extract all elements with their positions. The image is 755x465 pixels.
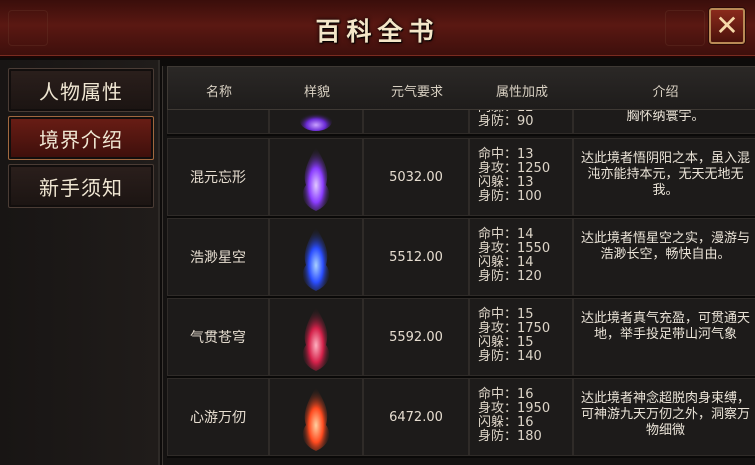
flame-icon xyxy=(302,307,330,371)
flame-icon xyxy=(300,111,332,131)
row-appearance xyxy=(269,378,363,456)
table-row: 气贯苍穹 5592.00 命中：15 身攻：1750 闪躲：15 身防：140 … xyxy=(167,298,755,378)
row-name: 浩渺星空 xyxy=(167,218,269,296)
table-row: 心游万仞 6472.00 命中：16 身攻：1950 闪躲：16 身防：180 … xyxy=(167,378,755,458)
row-requirement: 5512.00 xyxy=(363,218,469,296)
row-requirement xyxy=(363,110,469,134)
realm-table[interactable]: 名称 样貌 元气要求 属性加成 介绍 闪躲：12 身防：90 胸怀纳寰宇。 混元… xyxy=(162,66,755,465)
column-header-attributes: 属性加成 xyxy=(495,85,548,100)
flame-icon xyxy=(302,227,330,291)
row-description: 达此境者真气充盈，可贯通天地，举手投足带山河气象 xyxy=(573,298,755,376)
row-attributes: 命中：15 身攻：1750 闪躲：15 身防：140 xyxy=(469,298,573,376)
row-requirement: 5032.00 xyxy=(363,138,469,216)
column-header-name: 名称 xyxy=(205,85,232,100)
row-appearance xyxy=(269,298,363,376)
row-description: 胸怀纳寰宇。 xyxy=(573,110,755,134)
row-requirement: 5592.00 xyxy=(363,298,469,376)
close-button[interactable]: ✕ xyxy=(709,8,745,44)
row-attributes: 命中：14 身攻：1550 闪躲：14 身防：120 xyxy=(469,218,573,296)
table-header: 名称 样貌 元气要求 属性加成 介绍 xyxy=(167,66,755,110)
tab-realm-intro[interactable]: 境界介绍 xyxy=(8,116,154,160)
row-name: 混元忘形 xyxy=(167,138,269,216)
table-row: 混元忘形 5032.00 命中：13 身攻：1250 闪躲：13 身防：100 … xyxy=(167,138,755,218)
tab-newbie-guide[interactable]: 新手须知 xyxy=(8,164,154,208)
tab-character-attributes[interactable]: 人物属性 xyxy=(8,68,154,112)
row-appearance xyxy=(269,138,363,216)
row-name: 气贯苍穹 xyxy=(167,298,269,376)
row-attributes: 闪躲：12 身防：90 xyxy=(469,110,573,134)
column-header-appearance: 样貌 xyxy=(303,85,330,100)
title-bar: 百科全书 ✕ xyxy=(0,0,755,58)
row-appearance xyxy=(269,218,363,296)
column-header-requirement: 元气要求 xyxy=(390,85,443,100)
column-header-description: 介绍 xyxy=(652,85,679,100)
row-attributes: 命中：13 身攻：1250 闪躲：13 身防：100 xyxy=(469,138,573,216)
row-name: 心游万仞 xyxy=(167,378,269,456)
window-title: 百科全书 xyxy=(315,17,440,46)
row-appearance xyxy=(269,110,363,134)
row-attributes: 命中：16 身攻：1950 闪躲：16 身防：180 xyxy=(469,378,573,456)
flame-icon xyxy=(302,147,330,211)
row-description: 达此境者悟阴阳之本，虽入混沌亦能持本元，无天无地无我。 xyxy=(573,138,755,216)
table-row: 闪躲：12 身防：90 胸怀纳寰宇。 xyxy=(167,110,755,136)
row-description: 达此境者神念超脱肉身束缚，可神游九天万仞之外，洞察万物细微 xyxy=(573,378,755,456)
table-rows[interactable]: 闪躲：12 身防：90 胸怀纳寰宇。 混元忘形 5032.00 命中：13 身攻… xyxy=(167,110,755,465)
close-icon: ✕ xyxy=(715,9,739,42)
table-row: 浩渺星空 5512.00 命中：14 身攻：1550 闪躲：14 身防：120 … xyxy=(167,218,755,298)
sidebar: 人物属性 境界介绍 新手须知 xyxy=(0,60,160,465)
flame-icon xyxy=(302,387,330,451)
row-description: 达此境者悟星空之实，漫游与浩渺长空，畅快自由。 xyxy=(573,218,755,296)
row-requirement: 6472.00 xyxy=(363,378,469,456)
row-name xyxy=(167,110,269,134)
